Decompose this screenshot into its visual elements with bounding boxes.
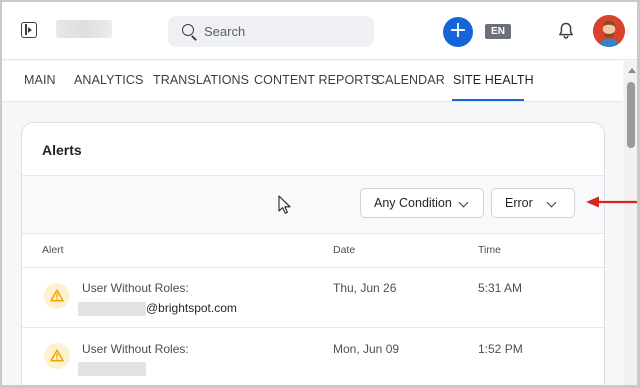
language-badge[interactable]: EN <box>485 24 511 39</box>
column-header-time[interactable]: Time <box>478 244 501 256</box>
table-row[interactable]: User Without Roles: Mon, Jun 09 1:52 PM <box>22 328 604 385</box>
severity-filter-value: Error <box>505 196 533 210</box>
card-title: Alerts <box>42 142 82 158</box>
annotation-arrow-icon <box>586 196 637 208</box>
tab-bar: MAIN ANALYTICS TRANSLATIONS CONTENT REPO… <box>2 61 623 102</box>
top-bar: + EN <box>2 2 637 60</box>
warning-icon-badge <box>44 343 70 369</box>
alert-date: Mon, Jun 09 <box>333 342 400 356</box>
active-tab-indicator <box>452 99 524 101</box>
condition-filter-dropdown[interactable]: Any Condition <box>360 188 484 218</box>
brand-logo <box>56 20 112 38</box>
tab-translations[interactable]: TRANSLATIONS <box>153 73 249 87</box>
search-input[interactable] <box>204 22 364 41</box>
filter-bar: Any Condition Error <box>22 176 604 233</box>
scroll-up-arrow-icon[interactable] <box>628 68 636 73</box>
tab-analytics[interactable]: ANALYTICS <box>74 73 143 87</box>
alert-time: 5:31 AM <box>478 281 523 295</box>
warning-icon <box>50 289 64 302</box>
alert-detail: @brightspot.com <box>78 301 237 316</box>
alert-title: User Without Roles: <box>82 281 189 295</box>
alert-detail <box>78 361 146 376</box>
alerts-card: Alerts Any Condition Error Alert Date Ti… <box>21 122 605 385</box>
mouse-cursor-icon <box>278 195 291 214</box>
search-icon <box>182 24 194 36</box>
divider <box>22 233 604 234</box>
tab-main[interactable]: MAIN <box>24 73 56 87</box>
redacted-text <box>78 301 146 316</box>
search-box[interactable] <box>168 16 374 47</box>
tab-site-health[interactable]: SITE HEALTH <box>453 73 534 87</box>
scrollbar-thumb[interactable] <box>627 82 635 148</box>
add-button[interactable]: + <box>443 17 473 47</box>
severity-filter-dropdown[interactable]: Error <box>491 188 575 218</box>
warning-icon <box>50 349 64 362</box>
email-domain: @brightspot.com <box>146 301 237 315</box>
sidebar-toggle-icon[interactable] <box>21 22 37 38</box>
tab-content-reports[interactable]: CONTENT REPORTS <box>254 73 379 87</box>
chevron-down-icon <box>458 197 469 208</box>
column-header-alert[interactable]: Alert <box>42 244 64 256</box>
chevron-down-icon <box>546 197 557 208</box>
warning-icon-badge <box>44 283 70 309</box>
alert-time: 1:52 PM <box>478 342 523 356</box>
redacted-text <box>78 361 146 376</box>
user-avatar[interactable] <box>593 15 625 47</box>
app-window: + EN MAIN ANALYTICS TRANSLATIONS CONTENT… <box>0 0 640 388</box>
main-content: Alerts Any Condition Error Alert Date Ti… <box>2 103 623 385</box>
table-row[interactable]: User Without Roles: @brightspot.com Thu,… <box>22 268 604 328</box>
bell-icon[interactable] <box>558 22 574 40</box>
alert-date: Thu, Jun 26 <box>333 281 397 295</box>
tab-calendar[interactable]: CALENDAR <box>376 73 445 87</box>
column-header-date[interactable]: Date <box>333 244 355 256</box>
condition-filter-value: Any Condition <box>374 196 452 210</box>
alert-title: User Without Roles: <box>82 342 189 356</box>
